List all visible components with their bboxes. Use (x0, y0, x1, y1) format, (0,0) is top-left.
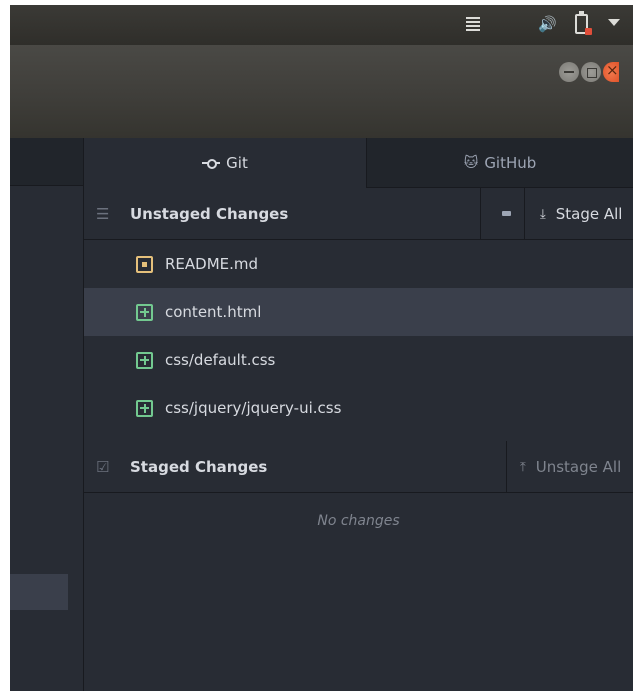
tab-github-label: GitHub (484, 154, 537, 172)
system-top-bar: 🔊 (10, 5, 633, 45)
file-name: content.html (165, 303, 262, 321)
divider (524, 188, 525, 240)
modified-status-icon (136, 255, 153, 273)
file-row[interactable]: css/jquery/jquery-ui.css (84, 384, 633, 432)
minimize-button[interactable] (559, 62, 579, 82)
divider (480, 188, 481, 240)
unstaged-changes-title: Unstaged Changes (130, 204, 289, 223)
tab-git-label: Git (226, 154, 248, 172)
battery-icon[interactable] (575, 11, 592, 35)
unstage-all-button[interactable]: ⤒ Unstage All (520, 441, 621, 493)
file-row[interactable]: README.md (84, 240, 633, 288)
window-title-bar (10, 45, 633, 138)
close-button[interactable] (603, 61, 619, 82)
file-name: css/jquery/jquery-ui.css (165, 399, 342, 417)
left-pane-selected-item[interactable] (10, 574, 68, 610)
unstage-arrow-icon: ⤒ (520, 459, 526, 475)
chevron-down-icon[interactable] (608, 19, 620, 26)
tab-git[interactable]: Git (84, 138, 367, 188)
git-commit-icon (202, 158, 221, 169)
checklist-icon: ☑ (96, 457, 110, 476)
panel-tabs: Git 🐱 GitHub (84, 138, 633, 188)
maximize-button[interactable] (581, 62, 601, 82)
octocat-icon: 🐱 (463, 155, 479, 171)
tab-github[interactable]: 🐱 GitHub (367, 138, 633, 188)
unstaged-file-list: README.md content.html css/default.css c… (84, 240, 633, 432)
no-changes-message: No changes (317, 513, 400, 529)
stage-all-button[interactable]: ⤓ Stage All (540, 188, 622, 240)
left-pane (10, 138, 84, 691)
staged-changes-header: ☑ Staged Changes ⤒ Unstage All (84, 441, 633, 493)
menu-icon[interactable] (466, 15, 480, 31)
stage-arrow-icon: ⤓ (540, 206, 546, 222)
unstaged-changes-header: ☰ Unstaged Changes ⤓ Stage All (84, 188, 633, 240)
divider (506, 441, 507, 493)
stage-all-label: Stage All (555, 205, 623, 223)
volume-icon[interactable]: 🔊 (538, 15, 557, 33)
view-toggle-icon[interactable] (502, 211, 511, 216)
file-row[interactable]: content.html (84, 288, 633, 336)
editor-app: Git 🐱 GitHub ☰ Unstaged Changes ⤓ Stage … (10, 138, 633, 691)
file-name: README.md (165, 255, 259, 273)
added-status-icon (136, 399, 153, 417)
list-icon: ☰ (96, 204, 110, 223)
git-panel: Git 🐱 GitHub ☰ Unstaged Changes ⤓ Stage … (84, 138, 633, 691)
added-status-icon (136, 351, 153, 369)
file-name: css/default.css (165, 351, 276, 369)
added-status-icon (136, 303, 153, 321)
unstage-all-label: Unstage All (535, 458, 622, 476)
left-tab-bar (10, 138, 83, 186)
file-row[interactable]: css/default.css (84, 336, 633, 384)
staged-changes-title: Staged Changes (130, 457, 268, 476)
